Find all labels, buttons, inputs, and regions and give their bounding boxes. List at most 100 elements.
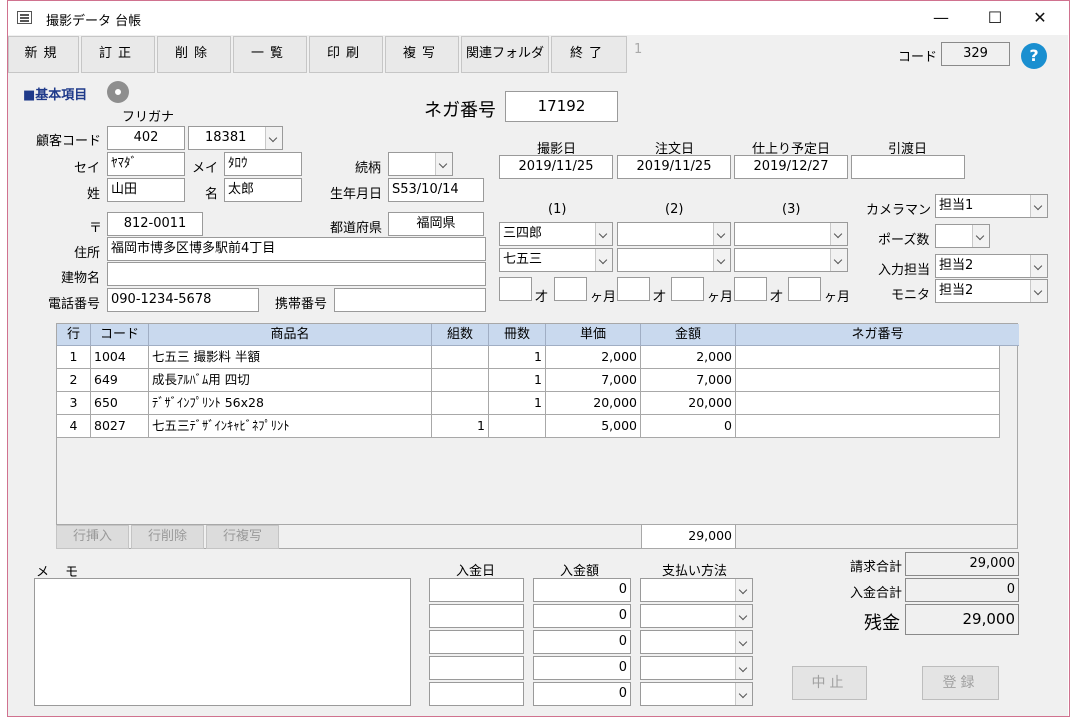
- related-folder-button[interactable]: 関連フォルダ: [461, 36, 549, 73]
- table-cell[interactable]: 1: [489, 369, 546, 392]
- table-cell[interactable]: 7,000: [546, 369, 641, 392]
- finish-date-field[interactable]: 2019/12/27: [734, 155, 848, 179]
- customer-code-field[interactable]: 402: [107, 126, 185, 150]
- pref-field[interactable]: 福岡県: [388, 212, 484, 236]
- payment-method-combo[interactable]: [640, 630, 753, 654]
- table-cell[interactable]: [489, 415, 546, 438]
- payment-date-field[interactable]: [429, 578, 524, 602]
- exit-button[interactable]: 終了: [551, 36, 627, 73]
- subject3-age-field[interactable]: [734, 277, 767, 301]
- table-cell[interactable]: 649: [91, 369, 149, 392]
- table-cell[interactable]: 20,000: [546, 392, 641, 415]
- edit-button[interactable]: 訂正: [81, 36, 155, 73]
- chevron-down-icon[interactable]: [735, 657, 752, 679]
- table-cell[interactable]: 1: [489, 346, 546, 369]
- table-cell[interactable]: 1: [432, 415, 489, 438]
- address-field[interactable]: 福岡市博多区博多駅前4丁目: [107, 237, 486, 261]
- chevron-down-icon[interactable]: [1030, 195, 1047, 217]
- chevron-down-icon[interactable]: [830, 223, 847, 245]
- payment-method-combo[interactable]: [640, 604, 753, 628]
- chevron-down-icon[interactable]: [735, 579, 752, 601]
- code-field[interactable]: 329: [941, 42, 1010, 66]
- list-button[interactable]: 一覧: [233, 36, 307, 73]
- table-cell[interactable]: 4: [57, 415, 91, 438]
- order-date-field[interactable]: 2019/11/25: [617, 155, 731, 179]
- payment-amount-field[interactable]: 0: [533, 630, 631, 654]
- table-cell[interactable]: 1: [57, 346, 91, 369]
- subject2-age-field[interactable]: [617, 277, 650, 301]
- register-button[interactable]: 登録: [922, 666, 999, 700]
- subject1-name-combo[interactable]: 三四郎: [499, 222, 613, 246]
- copy-button[interactable]: 複写: [385, 36, 459, 73]
- table-cell[interactable]: [736, 346, 1000, 369]
- subject2-event-combo[interactable]: [617, 248, 731, 272]
- subject1-month-field[interactable]: [554, 277, 587, 301]
- table-cell[interactable]: [432, 392, 489, 415]
- minimize-button[interactable]: —: [926, 7, 956, 29]
- nega-field[interactable]: 17192: [505, 91, 618, 122]
- payment-amount-field[interactable]: 0: [533, 578, 631, 602]
- customer-code2-combo[interactable]: 18381: [188, 126, 283, 150]
- payment-amount-field[interactable]: 0: [533, 604, 631, 628]
- copy-row-button[interactable]: 行複写: [206, 525, 279, 549]
- zip-field[interactable]: 812-0011: [107, 212, 203, 236]
- payment-amount-field[interactable]: 0: [533, 682, 631, 706]
- subject3-name-combo[interactable]: [734, 222, 848, 246]
- chevron-down-icon[interactable]: [735, 631, 752, 653]
- help-icon[interactable]: ?: [1021, 43, 1047, 69]
- payment-method-combo[interactable]: [640, 656, 753, 680]
- print-button[interactable]: 印刷: [309, 36, 383, 73]
- chevron-down-icon[interactable]: [435, 153, 452, 175]
- chevron-down-icon[interactable]: [735, 605, 752, 627]
- table-cell[interactable]: 20,000: [641, 392, 736, 415]
- phone-field[interactable]: 090-1234-5678: [107, 288, 259, 312]
- table-cell[interactable]: 七五三 撮影料 半額: [149, 346, 432, 369]
- chevron-down-icon[interactable]: [735, 683, 752, 705]
- monitor-combo[interactable]: 担当2: [935, 279, 1048, 303]
- table-cell[interactable]: 2: [57, 369, 91, 392]
- table-cell[interactable]: [736, 415, 1000, 438]
- chevron-down-icon[interactable]: [1030, 255, 1047, 277]
- close-button[interactable]: ✕: [1025, 7, 1055, 29]
- payment-date-field[interactable]: [429, 682, 524, 706]
- shoot-date-field[interactable]: 2019/11/25: [499, 155, 613, 179]
- table-cell[interactable]: 650: [91, 392, 149, 415]
- chevron-down-icon[interactable]: [830, 249, 847, 271]
- table-cell[interactable]: 1: [489, 392, 546, 415]
- poses-combo[interactable]: [935, 224, 990, 248]
- table-cell[interactable]: 1004: [91, 346, 149, 369]
- table-cell[interactable]: [432, 369, 489, 392]
- table-cell[interactable]: 3: [57, 392, 91, 415]
- chevron-down-icon[interactable]: [713, 223, 730, 245]
- sei-field[interactable]: ﾔﾏﾀﾞ: [107, 152, 185, 176]
- memo-textarea[interactable]: [34, 578, 411, 706]
- mei-kanji-field[interactable]: 太郎: [224, 178, 302, 202]
- delete-button[interactable]: 削除: [157, 36, 231, 73]
- subject2-name-combo[interactable]: [617, 222, 731, 246]
- table-cell[interactable]: ﾃﾞｻﾞｲﾝﾌﾟﾘﾝﾄ 56x28: [149, 392, 432, 415]
- delivery-date-field[interactable]: [851, 155, 965, 179]
- cameraman-combo[interactable]: 担当1: [935, 194, 1048, 218]
- settings-icon[interactable]: [107, 81, 129, 103]
- building-field[interactable]: [107, 262, 486, 286]
- payment-method-combo[interactable]: [640, 682, 753, 706]
- table-cell[interactable]: [736, 392, 1000, 415]
- subject2-month-field[interactable]: [671, 277, 704, 301]
- chevron-down-icon[interactable]: [1030, 280, 1047, 302]
- table-cell[interactable]: 2,000: [641, 346, 736, 369]
- payment-amount-field[interactable]: 0: [533, 656, 631, 680]
- mobile-field[interactable]: [334, 288, 486, 312]
- delete-row-button[interactable]: 行削除: [131, 525, 204, 549]
- subject1-event-combo[interactable]: 七五三: [499, 248, 613, 272]
- maximize-button[interactable]: ☐: [980, 7, 1010, 29]
- payment-date-field[interactable]: [429, 604, 524, 628]
- mei-field[interactable]: ﾀﾛｳ: [224, 152, 302, 176]
- chevron-down-icon[interactable]: [595, 249, 612, 271]
- table-cell[interactable]: 0: [641, 415, 736, 438]
- subject3-month-field[interactable]: [788, 277, 821, 301]
- chevron-down-icon[interactable]: [972, 225, 989, 247]
- relation-combo[interactable]: [388, 152, 453, 176]
- chevron-down-icon[interactable]: [265, 127, 282, 149]
- chevron-down-icon[interactable]: [595, 223, 612, 245]
- subject3-event-combo[interactable]: [734, 248, 848, 272]
